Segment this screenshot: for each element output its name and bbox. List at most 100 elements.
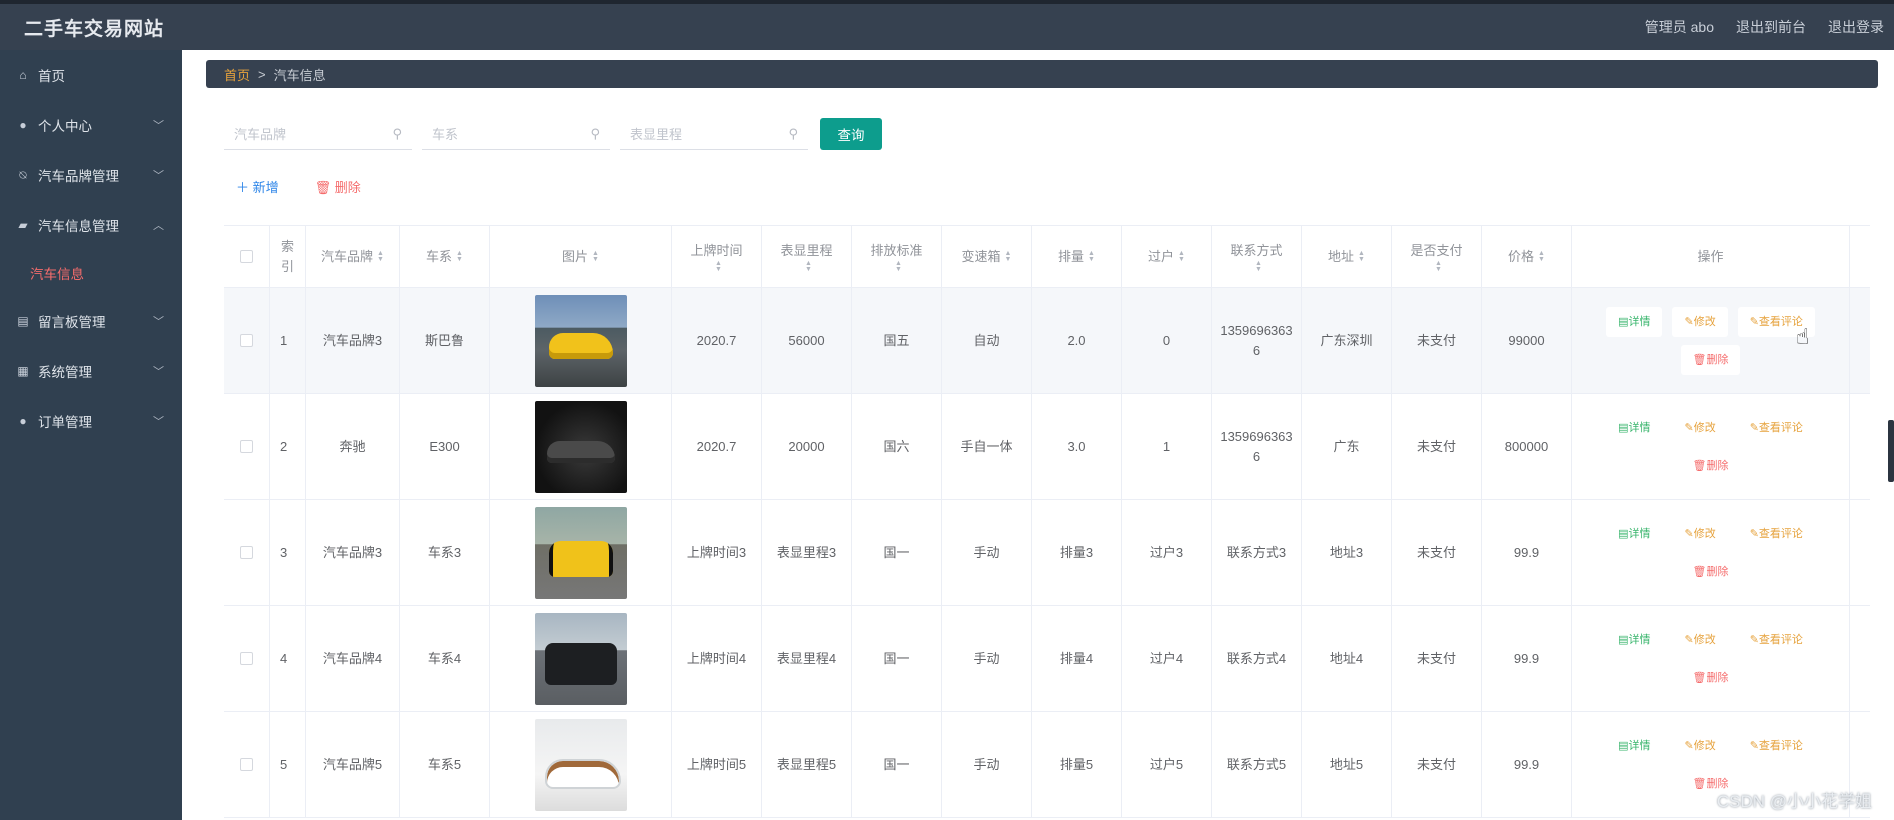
grid-icon: ▦	[17, 364, 29, 378]
sidebar-item-message-board[interactable]: ▤ 留言板管理 ﹀	[0, 296, 182, 346]
edit-button[interactable]: ✎ 修改	[1672, 306, 1728, 337]
edit-icon: ✎	[1749, 633, 1759, 646]
row-checkbox[interactable]	[240, 334, 253, 347]
header-paid[interactable]: 是否支付 ▲ ▼	[1392, 226, 1482, 287]
detail-button[interactable]: ▤ 详情	[1606, 519, 1662, 549]
detail-button[interactable]: ▤ 详情	[1606, 731, 1662, 761]
sort-caret-icon[interactable]: ▲ ▼	[456, 250, 463, 263]
row-brand: 汽车品牌4	[306, 606, 400, 711]
series-search-input[interactable]: 车系 ⚲	[422, 118, 610, 150]
view-reviews-button[interactable]: ✎ 查看评论	[1738, 519, 1815, 549]
sort-caret-icon[interactable]: ▲ ▼	[1538, 250, 1545, 263]
row-checkbox[interactable]	[240, 546, 253, 559]
delete-label: 删除	[1706, 353, 1729, 366]
sort-caret-icon[interactable]: ▲ ▼	[1178, 250, 1185, 263]
sort-caret-icon[interactable]: ▲ ▼	[1255, 260, 1262, 273]
sort-caret-icon[interactable]: ▲ ▼	[1435, 260, 1442, 273]
sidebar-subitem-car-info[interactable]: 汽车信息	[0, 250, 182, 296]
row-mileage: 56000	[762, 288, 852, 393]
edit-button[interactable]: ✎ 修改	[1672, 519, 1727, 549]
row-select-cell[interactable]	[224, 394, 270, 499]
header-contact[interactable]: 联系方式 ▲ ▼	[1212, 226, 1302, 287]
header-label: 排放标准	[870, 242, 923, 258]
row-select-cell[interactable]	[224, 288, 270, 393]
table-row[interactable]: 3 汽车品牌3 车系3 上牌时间3 表显里程3 国一 手动 排量3 过户3 联系…	[224, 500, 1870, 606]
header-emission[interactable]: 排放标准 ▲ ▼	[852, 226, 942, 287]
sidebar-item-car-info-management[interactable]: ▰ 汽车信息管理 ︿	[0, 200, 182, 250]
add-button[interactable]: ＋ 新增	[236, 177, 279, 196]
header-price[interactable]: 价格 ▲ ▼	[1482, 226, 1572, 287]
query-button[interactable]: 查询	[820, 118, 882, 150]
table-row[interactable]: 4 汽车品牌4 车系4 上牌时间4 表显里程4 国一 手动 排量4 过户4 联系…	[224, 606, 1870, 712]
sort-caret-icon[interactable]: ▲ ▼	[715, 260, 722, 273]
sidebar-item-brand-management[interactable]: ⍉ 汽车品牌管理 ﹀	[0, 150, 182, 200]
detail-button[interactable]: ▤ 详情	[1606, 306, 1663, 337]
mileage-search-input[interactable]: 表显里程 ⚲	[620, 118, 808, 150]
brand-search-input[interactable]: 汽车品牌 ⚲	[224, 118, 412, 150]
row-address: 地址5	[1302, 712, 1392, 817]
row-select-cell[interactable]	[224, 500, 270, 605]
sort-caret-icon[interactable]: ▲ ▼	[1358, 250, 1365, 263]
back-to-front-link[interactable]: 退出到前台	[1736, 17, 1806, 37]
car-thumbnail[interactable]	[534, 718, 627, 811]
delete-button[interactable]: 🗑 删除	[1681, 663, 1741, 693]
car-thumbnail[interactable]	[534, 506, 627, 599]
view-reviews-button[interactable]: ✎ 查看评论	[1738, 413, 1815, 443]
edit-icon: ✎	[1684, 421, 1694, 434]
page-scrollbar[interactable]	[1888, 420, 1894, 482]
sort-caret-icon[interactable]: ▲ ▼	[805, 260, 812, 273]
edit-button[interactable]: ✎ 修改	[1672, 731, 1727, 761]
sort-caret-icon[interactable]: ▲ ▼	[1005, 250, 1012, 263]
edit-icon: ✎	[1684, 527, 1694, 540]
table-row[interactable]: 5 汽车品牌5 车系5 上牌时间5 表显里程5 国一 手动 排量5 过户5 联系…	[224, 712, 1870, 818]
view-reviews-button[interactable]: ✎ 查看评论	[1738, 625, 1815, 655]
sort-caret-icon[interactable]: ▲ ▼	[895, 260, 902, 273]
row-select-cell[interactable]	[224, 606, 270, 711]
car-thumbnail[interactable]	[534, 400, 627, 493]
table-row[interactable]: 2 奔驰 E300 2020.7 20000 国六 手自一体 3.0 1 135…	[224, 394, 1870, 500]
header-listing-time[interactable]: 上牌时间 ▲ ▼	[672, 226, 762, 287]
sidebar-item-personal-center[interactable]: ● 个人中心 ﹀	[0, 100, 182, 150]
breadcrumb-home[interactable]: 首页	[224, 65, 250, 84]
row-checkbox[interactable]	[240, 440, 253, 453]
select-all-checkbox[interactable]	[240, 250, 253, 263]
header-mileage[interactable]: 表显里程 ▲ ▼	[762, 226, 852, 287]
document-icon: ▤	[1618, 421, 1629, 434]
header-displacement[interactable]: 排量 ▲ ▼	[1032, 226, 1122, 287]
sort-caret-icon[interactable]: ▲ ▼	[592, 250, 599, 263]
detail-button[interactable]: ▤ 详情	[1606, 625, 1662, 655]
edit-button[interactable]: ✎ 修改	[1672, 413, 1727, 443]
header-series[interactable]: 车系 ▲ ▼	[400, 226, 490, 287]
edit-button[interactable]: ✎ 修改	[1672, 625, 1727, 655]
delete-button[interactable]: 🗑 删除	[1681, 451, 1741, 481]
delete-button[interactable]: 🗑 删除	[1680, 344, 1741, 375]
view-reviews-button[interactable]: ✎ 查看评论	[1738, 731, 1815, 761]
car-thumbnail[interactable]	[534, 612, 627, 705]
table-row[interactable]: 1 汽车品牌3 斯巴鲁 2020.7 56000 国五 自动 2.0 0 135…	[224, 288, 1870, 394]
header-label: 车系	[426, 248, 453, 264]
sidebar-item-system-management[interactable]: ▦ 系统管理 ﹀	[0, 346, 182, 396]
sidebar-item-order-management[interactable]: ● 订单管理 ﹀	[0, 396, 182, 446]
row-checkbox[interactable]	[240, 652, 253, 665]
row-index: 5	[270, 712, 306, 817]
select-all-cell[interactable]	[224, 226, 270, 287]
batch-delete-button[interactable]: 🗑 删除	[315, 177, 361, 196]
row-brand: 汽车品牌3	[306, 500, 400, 605]
header-address[interactable]: 地址 ▲ ▼	[1302, 226, 1392, 287]
header-brand[interactable]: 汽车品牌 ▲ ▼	[306, 226, 400, 287]
row-operations: ▤ 详情 ✎ 修改 ✎ 查看评论 🗑 删除	[1572, 500, 1850, 605]
sort-caret-icon[interactable]: ▲ ▼	[1088, 250, 1095, 263]
header-image[interactable]: 图片 ▲ ▼	[490, 226, 672, 287]
detail-label: 详情	[1628, 315, 1651, 328]
delete-button[interactable]: 🗑 删除	[1681, 557, 1741, 587]
sort-caret-icon[interactable]: ▲ ▼	[377, 250, 384, 263]
row-checkbox[interactable]	[240, 758, 253, 771]
logout-link[interactable]: 退出登录	[1828, 17, 1884, 37]
admin-user-label[interactable]: 管理员 abo	[1645, 17, 1714, 37]
row-select-cell[interactable]	[224, 712, 270, 817]
detail-button[interactable]: ▤ 详情	[1606, 413, 1662, 443]
sidebar-item-home[interactable]: ⌂ 首页	[0, 50, 182, 100]
header-transfer[interactable]: 过户 ▲ ▼	[1122, 226, 1212, 287]
car-thumbnail[interactable]	[534, 294, 627, 387]
header-gearbox[interactable]: 变速箱 ▲ ▼	[942, 226, 1032, 287]
